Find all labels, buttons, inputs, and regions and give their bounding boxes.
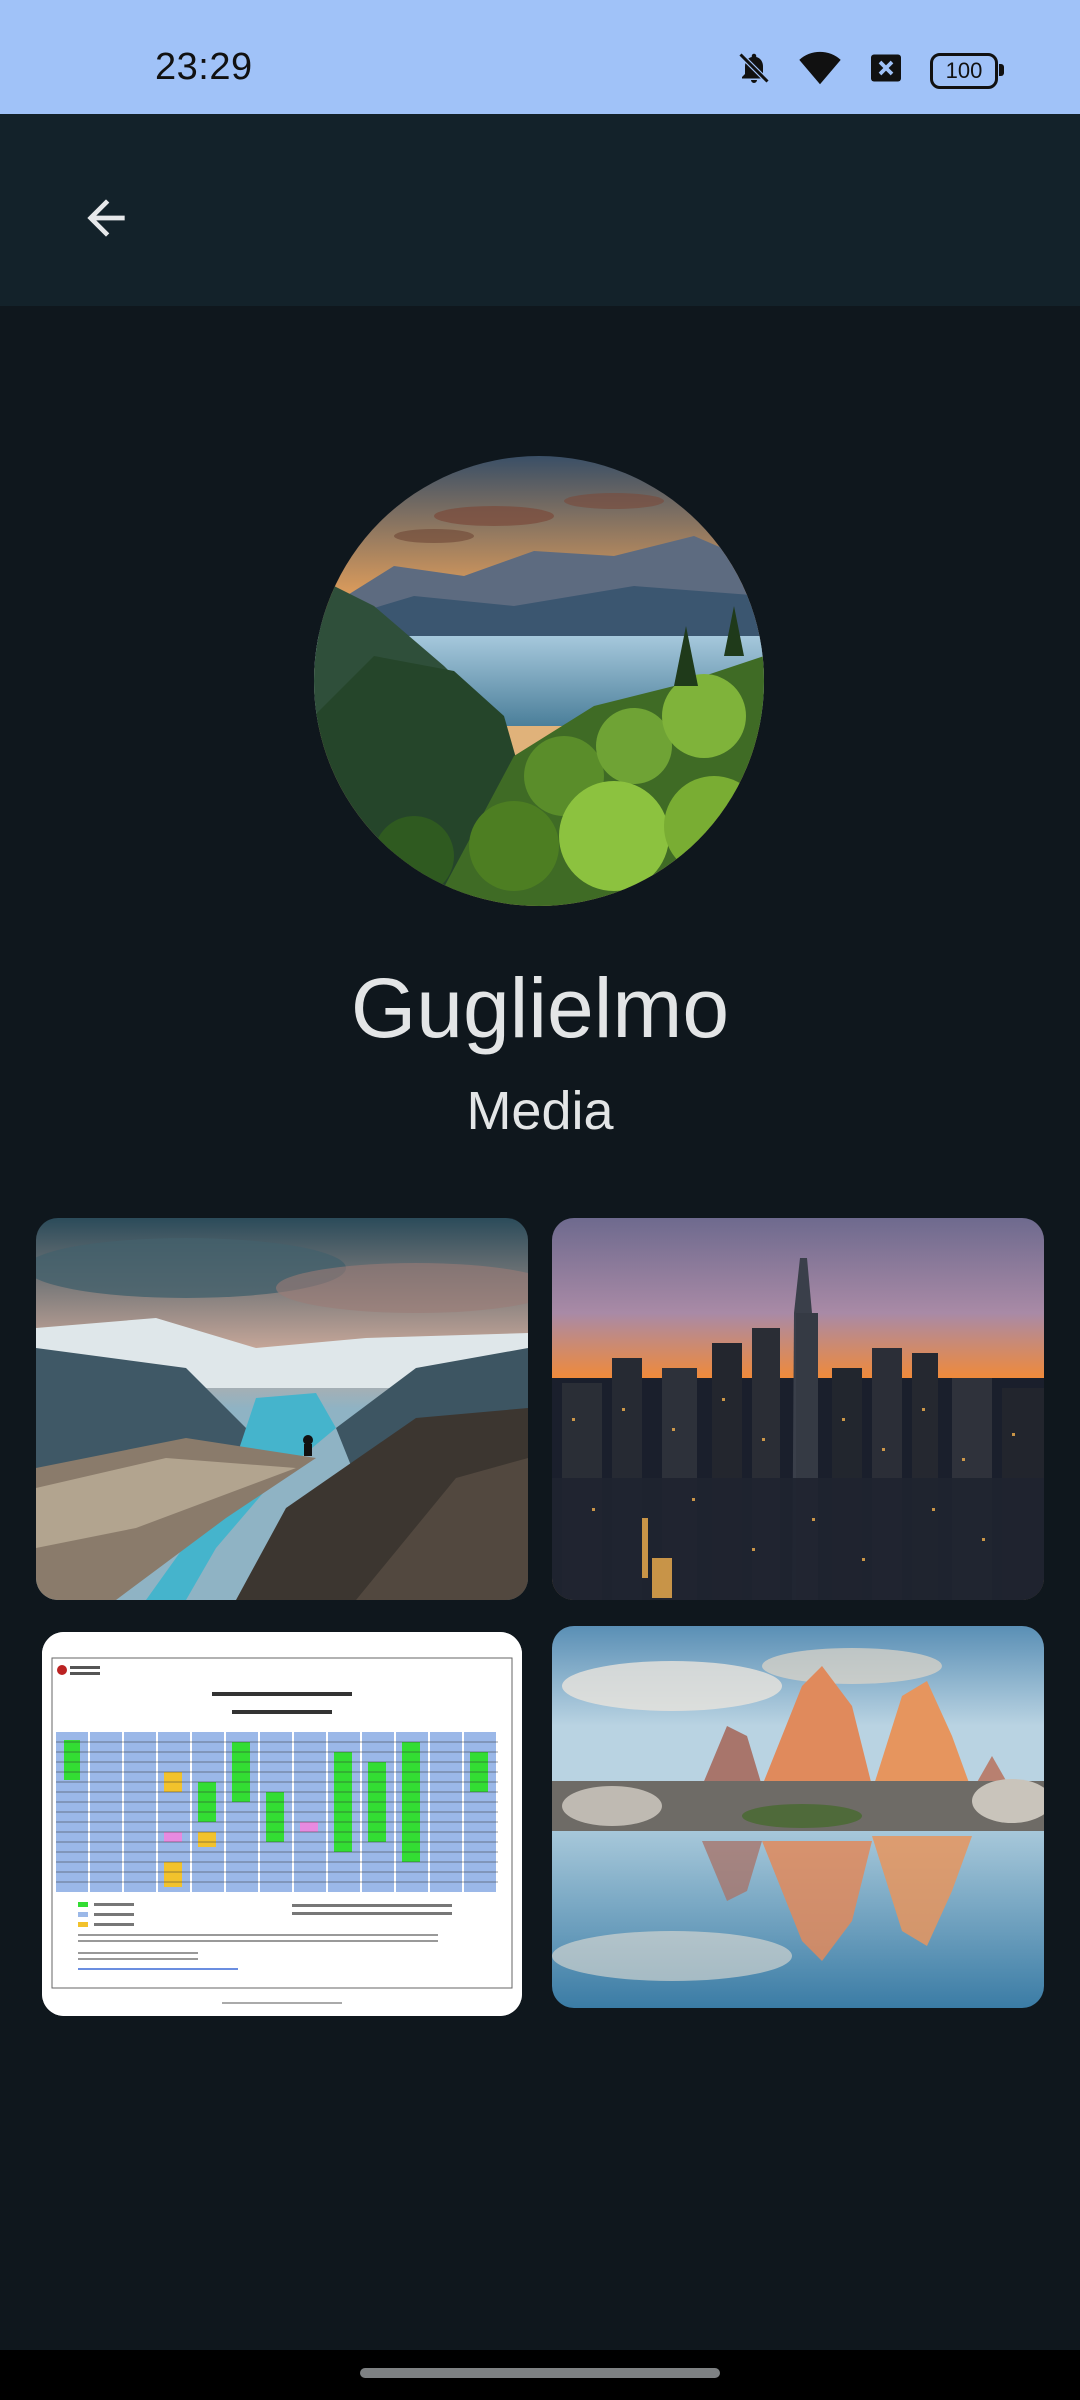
- media-item-fjord-photo[interactable]: [36, 1218, 528, 1600]
- home-gesture-handle[interactable]: [360, 2368, 720, 2378]
- battery-level: 100: [945, 57, 983, 83]
- media-item-mountain-photo[interactable]: [552, 1626, 1044, 2008]
- status-icons: 100: [736, 50, 1004, 91]
- app-bar: [0, 114, 1080, 306]
- arrow-left-icon: [78, 190, 134, 251]
- status-time: 23:29: [155, 46, 253, 88]
- no-sim-icon: [868, 50, 904, 91]
- media-item-calendar-document[interactable]: [42, 1632, 522, 2016]
- back-button[interactable]: [66, 180, 146, 260]
- avatar[interactable]: [314, 456, 764, 906]
- profile-name: Guglielmo: [350, 961, 730, 1055]
- media-grid: [36, 1218, 1044, 2018]
- bell-off-icon: [736, 50, 772, 91]
- media-section-title: Media: [466, 1081, 614, 1141]
- media-item-skyline-photo[interactable]: [552, 1218, 1044, 1600]
- battery-icon: 100: [930, 52, 1004, 89]
- wifi-icon: [798, 50, 842, 91]
- status-bar: 23:29 100: [0, 0, 1080, 114]
